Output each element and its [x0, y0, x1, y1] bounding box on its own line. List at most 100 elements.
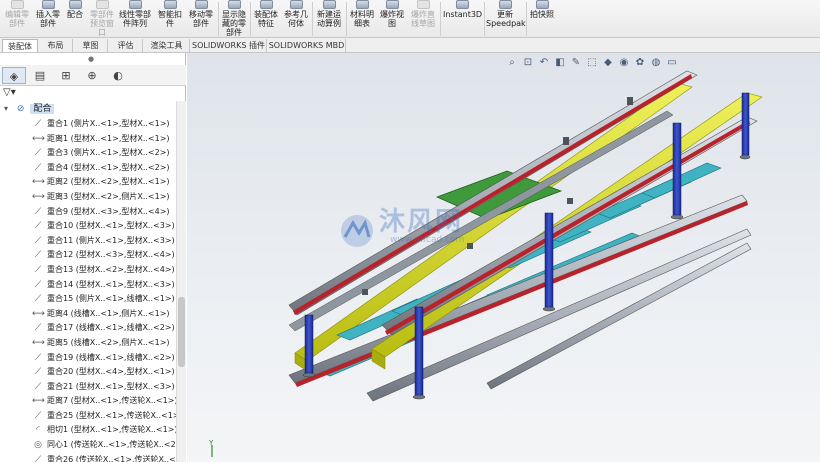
instant3d-button[interactable]: Instant3D [443, 0, 482, 38]
mate-label: 距离3 (型材X..<2>,侧片X..<1>) [47, 191, 170, 201]
mate-item[interactable]: ⟋ 重合17 (线槽X..<1>,线槽X..<2>) [32, 321, 176, 336]
tree-scrollbar[interactable] [176, 101, 186, 462]
watermark-text: 沐风网 [379, 207, 464, 237]
mate-item[interactable]: ⟋ 重合1 (侧片X..<1>,型材X..<1>) [32, 117, 176, 132]
distance-mate-icon: ⟷ [32, 396, 45, 407]
mate-item[interactable]: ⟷ 距离3 (型材X..<2>,侧片X..<1>) [32, 190, 176, 205]
mates-folder[interactable]: ▾ ⊘ 配合 [4, 102, 55, 115]
mate-item[interactable]: ⟋ 重合9 (型材X..<3>,型材X..<4>) [32, 205, 176, 220]
edit-component-button[interactable]: 编辑零 部件 [2, 0, 32, 38]
move-component-icon [194, 0, 208, 9]
scrollbar-thumb[interactable] [178, 297, 185, 367]
smart-fasteners-icon [163, 0, 177, 9]
mate-item[interactable]: ⟋ 重合14 (型材X..<1>,型材X..<3>) [32, 278, 176, 293]
take-snapshot-button[interactable]: 拍快照 [528, 0, 556, 38]
mate-label: 重合26 (传送轮X..<1>,传送轮X..<2>) [47, 454, 176, 462]
tangent-mate-icon: ◜ [36, 425, 40, 436]
dimxpert-icon[interactable]: ⊕ [80, 67, 104, 84]
assembly-features-icon [259, 0, 273, 9]
move-component-button[interactable]: 移动零 部件 [186, 0, 216, 38]
explode-line-sketch-button[interactable]: 爆炸直 线草图 [408, 0, 438, 38]
mate-item[interactable]: ⟋ 重合20 (型材X..<4>,型材X..<1>) [32, 365, 176, 380]
mate-item[interactable]: ⟋ 重合10 (型材X..<1>,型材X..<3>) [32, 219, 176, 234]
mate-item[interactable]: ⟷ 距离1 (型材X..<1>,型材X..<1>) [32, 132, 176, 147]
coincident-mate-icon: ⟋ [34, 148, 42, 159]
mate-item[interactable]: ⟋ 重合21 (型材X..<1>,型材X..<3>) [32, 380, 176, 395]
reference-geometry-button[interactable]: 参考几 何体 [282, 0, 310, 38]
mate-item[interactable]: ⟋ 重合12 (型材X..<3>,型材X..<4>) [32, 248, 176, 263]
collapse-caret-icon[interactable]: ▾ [4, 104, 8, 113]
smart-fasteners-button[interactable]: 智能扣 件 [156, 0, 184, 38]
exploded-view-button[interactable]: 爆炸视 图 [378, 0, 406, 38]
mate-button[interactable]: 配合 [64, 0, 86, 38]
tab-sketch[interactable]: 草图 [74, 39, 108, 52]
mate-item[interactable]: ⟷ 距离4 (线槽X..<1>,侧片X..<1>) [32, 307, 176, 322]
mates-folder-icon: ⊘ [16, 104, 25, 114]
display-manager-icon[interactable]: ◐ [106, 67, 130, 84]
linear-pattern-icon [128, 0, 142, 9]
mate-label: 重合19 (线槽X..<1>,线槽X..<2>) [47, 352, 175, 362]
insert-component-button[interactable]: 插入零 部件 [34, 0, 62, 38]
mate-item[interactable]: ⟋ 重合4 (型材X..<1>,型材X..<2>) [32, 161, 176, 176]
mate-item[interactable]: ⟋ 重合15 (侧片X..<1>,线槽X..<1>) [32, 292, 176, 307]
tab-layout[interactable]: 布局 [39, 39, 73, 52]
mate-item[interactable]: ⟋ 重合25 (型材X..<1>,传送轮X..<1>) [32, 409, 176, 424]
assembly-features-button[interactable]: 装配体 特征 [252, 0, 280, 38]
mates-list: ⟋ 重合1 (侧片X..<1>,型材X..<1>) ⟷ 距离1 (型材X..<1>,型… [32, 117, 176, 462]
bill-of-materials-button[interactable]: 材料明 细表 [348, 0, 376, 38]
coincident-mate-icon: ⟋ [34, 235, 42, 246]
coincident-mate-icon: ⟋ [34, 410, 42, 421]
mate-item[interactable]: ⟷ 距离5 (线槽X..<2>,侧片X..<1>) [32, 336, 176, 351]
graphics-viewport[interactable]: ⌕ ⊡ ↶ ◧ ✎ ⬚ ◆ ◉ ✿ ◍ ▭ Y 沐风网 www.mfcad.co… [187, 53, 820, 462]
concentric-mate-icon: ◎ [34, 440, 42, 451]
panel-tabs: ◈ ▤ ⊞ ⊕ ◐ [0, 65, 186, 86]
axis-triad: Y [208, 439, 214, 457]
coincident-mate-icon: ⟋ [34, 264, 42, 275]
tab-solidworks-addins[interactable]: SOLIDWORKS 插件 [191, 39, 267, 52]
component-preview-icon [95, 0, 109, 9]
command-manager-ribbon: 编辑零 部件 插入零 部件 配合 零部件 预览窗 口 线性零部 件阵列 智能扣 … [0, 0, 820, 38]
mate-item[interactable]: ◜ 相切1 (型材X..<1>,传送轮X..<1>) [32, 423, 176, 438]
mate-item[interactable]: ⟷ 距离7 (型材X..<1>,传送轮X..<1>) [32, 394, 176, 409]
mate-item[interactable]: ⟷ 距离2 (型材X..<2>,型材X..<1>) [32, 175, 176, 190]
tab-solidworks-mbd[interactable]: SOLIDWORKS MBD [268, 39, 346, 52]
mate-label: 同心1 (传送轮X..<1>,传送轮X..<2>) [47, 440, 176, 450]
filter-icon[interactable]: ▽▾ [3, 87, 16, 98]
feature-manager-panel: ● ◈ ▤ ⊞ ⊕ ◐ ▽▾ ▾ ⊘ 配合 ⟋ 重合1 (侧片X..<1>,型材X… [0, 53, 186, 462]
mate-item[interactable]: ⟋ 重合26 (传送轮X..<1>,传送轮X..<2>) [32, 453, 176, 462]
tab-evaluate[interactable]: 评估 [109, 39, 143, 52]
property-manager-icon[interactable]: ▤ [28, 67, 52, 84]
component-preview-button[interactable]: 零部件 预览窗 口 [87, 0, 117, 38]
new-motion-study-button[interactable]: 新建运 动算例 [314, 0, 344, 38]
mates-folder-label: 配合 [30, 104, 55, 114]
bom-icon [355, 0, 369, 9]
ribbon-separator [312, 2, 313, 36]
linear-pattern-button[interactable]: 线性零部 件阵列 [118, 0, 152, 38]
feature-manager-icon[interactable]: ◈ [2, 67, 26, 84]
coincident-mate-icon: ⟋ [34, 454, 42, 462]
distance-mate-icon: ⟷ [32, 133, 45, 144]
configuration-manager-icon[interactable]: ⊞ [54, 67, 78, 84]
mate-label: 相切1 (型材X..<1>,传送轮X..<1>) [47, 425, 176, 435]
mate-item[interactable]: ⟋ 重合13 (型材X..<2>,型材X..<4>) [32, 263, 176, 278]
panel-grip-icon[interactable]: ● [88, 55, 94, 63]
mate-label: 重合15 (侧片X..<1>,线槽X..<1>) [47, 294, 175, 304]
reference-geometry-icon [289, 0, 303, 9]
mate-item[interactable]: ⟋ 重合3 (侧片X..<1>,型材X..<2>) [32, 146, 176, 161]
coincident-mate-icon: ⟋ [34, 221, 42, 232]
ribbon-separator [250, 2, 251, 36]
tab-render-tools[interactable]: 渲染工具 [144, 39, 190, 52]
mate-item[interactable]: ⟋ 重合19 (线槽X..<1>,线槽X..<2>) [32, 351, 176, 366]
mate-item[interactable]: ◎ 同心1 (传送轮X..<1>,传送轮X..<2>) [32, 438, 176, 453]
update-speedpak-button[interactable]: 更新 Speedpak [486, 0, 526, 38]
mate-label: 重合10 (型材X..<1>,型材X..<3>) [47, 221, 175, 231]
tab-assembly[interactable]: 装配体 [2, 39, 38, 52]
camera-icon [535, 0, 549, 9]
mate-item[interactable]: ⟋ 重合11 (侧片X..<1>,型材X..<3>) [32, 234, 176, 249]
mate-label: 距离2 (型材X..<2>,型材X..<1>) [47, 177, 170, 187]
show-hidden-components-button[interactable]: 显示隐 藏的零 部件 [220, 0, 248, 38]
mate-label: 重合4 (型材X..<1>,型材X..<2>) [47, 162, 170, 172]
watermark-logo [341, 215, 373, 247]
explode-line-icon [416, 0, 430, 9]
conveyor-assembly-model: Y [208, 70, 763, 457]
